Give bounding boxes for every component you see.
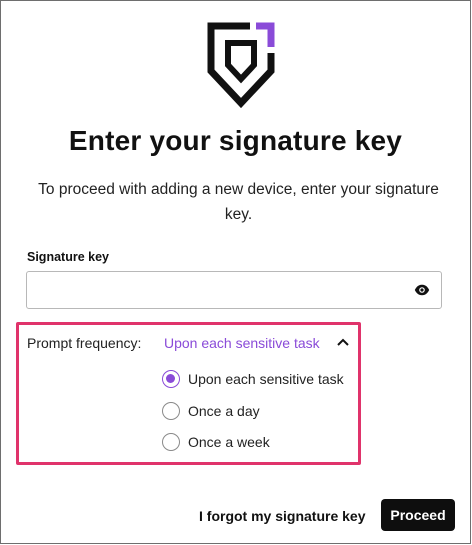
proceed-button[interactable]: Proceed: [381, 499, 455, 531]
radio-option-label: Once a week: [188, 434, 270, 450]
prompt-frequency-label: Prompt frequency:: [27, 335, 142, 351]
page-subtitle: To proceed with adding a new device, ent…: [38, 181, 439, 223]
signature-key-input[interactable]: [27, 272, 407, 308]
signature-key-field: [26, 271, 442, 309]
signature-key-dialog: Enter your signature key To proceed with…: [0, 0, 471, 544]
radio-option-once-a-week[interactable]: Once a week: [162, 432, 270, 452]
radio-button[interactable]: [162, 370, 180, 388]
forgot-signature-key-link[interactable]: I forgot my signature key: [199, 508, 365, 524]
signature-key-label: Signature key: [27, 250, 109, 264]
radio-option-label: Upon each sensitive task: [188, 371, 344, 387]
radio-option-once-a-day[interactable]: Once a day: [162, 401, 260, 421]
eye-icon[interactable]: [411, 280, 433, 300]
radio-button[interactable]: [162, 402, 180, 420]
shield-logo-icon: [207, 22, 275, 109]
radio-option-label: Once a day: [188, 403, 260, 419]
page-title: Enter your signature key: [68, 125, 403, 156]
prompt-frequency-selected[interactable]: Upon each sensitive task: [164, 335, 320, 351]
chevron-up-icon[interactable]: [336, 337, 350, 347]
radio-button[interactable]: [162, 433, 180, 451]
radio-option-each-task[interactable]: Upon each sensitive task: [162, 369, 344, 389]
